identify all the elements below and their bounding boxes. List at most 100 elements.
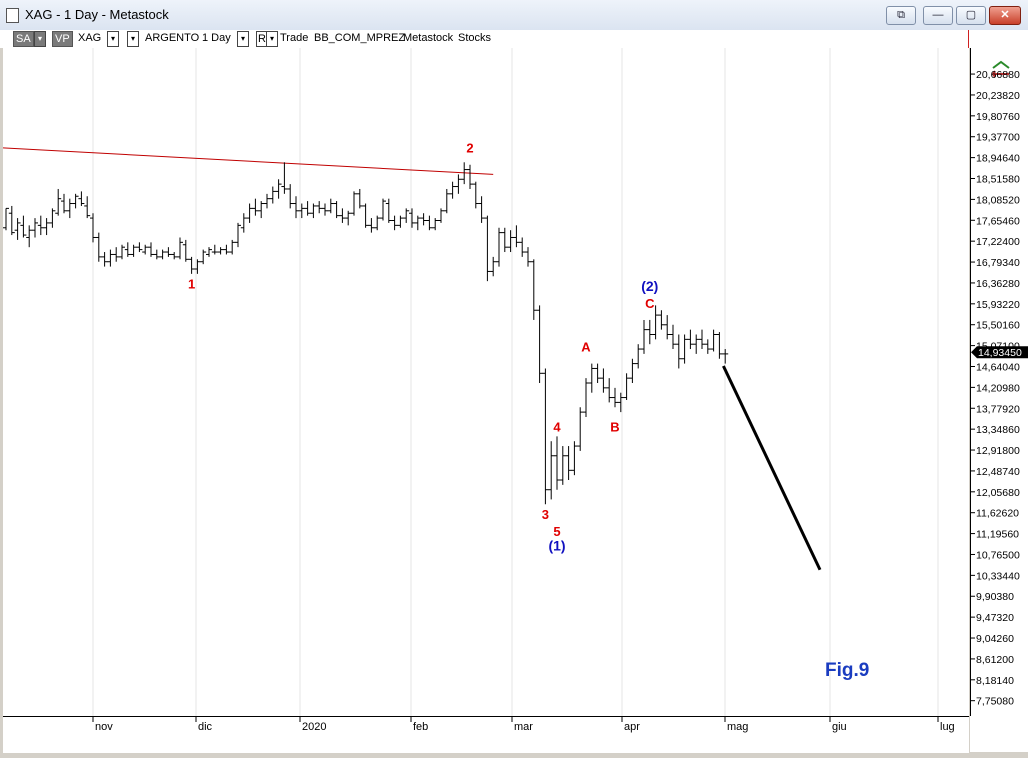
ohlc-bar [409,208,415,228]
ohlc-bar [693,334,700,354]
price-tick-label: 10,33440 [976,570,1020,582]
ohlc-bar [258,201,265,219]
time-tick-label: apr [624,721,640,733]
ohlc-bar [188,256,195,274]
sa-dropdown-icon[interactable]: ▾ [34,31,46,47]
ohlc-bar [397,215,404,228]
ohlc-bar [432,218,439,231]
instrument-name: ARGENTO [145,32,200,44]
time-axis[interactable]: nov dic 2020 feb mar apr mag giu lug [3,716,969,753]
ohlc-bar [629,358,636,383]
price-tick-label: 18,94640 [976,153,1020,165]
ohlc-bar [704,339,711,354]
price-tick-label: 20,66880 [976,69,1020,81]
price-tick-label: 8,61200 [976,654,1014,666]
ohlc-bar [211,244,218,255]
minimize-button[interactable]: — [923,6,953,25]
ohlc-bar [507,230,514,253]
ohlc-bar [229,239,236,255]
ohlc-bar [345,210,352,226]
ohlc-bar [130,244,137,257]
ohlc-bar [641,319,647,354]
wave-label: B [610,420,619,435]
ohlc-bar [101,252,108,267]
ohlc-bar [687,329,694,350]
ohlc-bar [264,193,270,209]
ohlc-bar [490,256,497,277]
wave-label: C [645,296,655,311]
ohlc-bar [240,213,247,233]
wave-label: A [581,339,591,354]
ohlc-bar [577,407,584,451]
ohlc-bar [3,207,9,231]
price-tick-label: 14,20980 [976,382,1020,394]
price-tick-label: 17,65460 [976,215,1020,227]
price-tick-label: 9,04260 [976,633,1014,645]
wave-label: 2 [466,141,473,156]
ohlc-bar [565,446,572,481]
price-tick-label: 8,18140 [976,675,1014,687]
ohlc-bar [385,198,392,223]
ohlc-bar [159,249,166,260]
ohlc-bar [548,441,555,500]
ohlc-bar [501,227,508,253]
projection-line [722,365,822,571]
source-label: Metastock [403,32,454,44]
ohlc-bar [269,186,276,204]
ohlc-bar [252,198,259,216]
sa-button[interactable]: SA [13,31,34,47]
price-tick-label: 13,34860 [976,424,1020,436]
vp-button[interactable]: VP [52,31,73,47]
ohlc-bar [20,215,27,238]
ohlc-bar [455,174,462,194]
wave-label: 4 [553,420,561,435]
period-dropdown-icon[interactable]: ▾ [237,31,249,47]
layout-label: BB_COM_MPREZ [314,32,406,44]
ohlc-bar [333,201,340,219]
ohlc-bar [304,201,311,216]
time-tick-label: feb [413,721,428,733]
figure-label: Fig.9 [825,660,869,681]
name-dropdown-icon[interactable]: ▾ [127,31,139,47]
r-dropdown-icon[interactable]: ▾ [266,31,278,47]
price-tick-label: 19,37700 [976,132,1020,144]
ohlc-bar [519,237,526,257]
ohlc-bar [525,247,531,267]
ohlc-bar [327,198,334,214]
ohlc-bar [8,205,15,236]
ohlc-bar [136,242,143,253]
document-icon [6,8,19,23]
ohlc-bar [438,208,444,223]
time-tick-label: mar [514,721,533,733]
close-button[interactable]: ✕ [989,6,1021,25]
maximize-button[interactable]: ▢ [956,6,986,25]
restore-layout-button[interactable]: ⧉ [886,6,916,25]
ohlc-bar [646,319,653,345]
ohlc-bar [588,363,595,393]
ohlc-bar [699,329,705,350]
price-axis-svg: 20,66880 20,23820 19,80760 19,37700 18,94640… [971,60,1028,708]
type-label: Stocks [458,32,492,44]
ohlc-bar [235,222,241,248]
price-tick-label: 12,05680 [976,487,1020,499]
ohlc-bar [583,378,589,417]
price-chart[interactable]: 1 2 3 4 5 (1) A B C (2) Fig.9 [0,48,969,716]
ohlc-bar [362,203,369,228]
ohlc-bar [594,363,601,383]
ohlc-bar [322,203,328,216]
ohlc-bar [119,244,125,260]
ohlc-bar [113,247,120,262]
ohlc-bar [472,181,479,209]
price-tick-label: 11,62620 [976,508,1019,520]
ohlc-bar [617,392,624,413]
wave-label: 1 [188,276,195,291]
ohlc-bar [484,215,491,282]
ohlc-bar [414,215,421,231]
ohlc-bar [559,446,566,485]
current-price-label: 14,93450 [978,347,1022,359]
trade-label[interactable]: Trade [280,31,308,45]
ohlc-bar [95,232,102,262]
price-axis[interactable]: 20,66880 20,23820 19,80760 19,37700 18,94640… [970,48,1028,716]
symbol-label: XAG [78,32,102,44]
symbol-dropdown-icon[interactable]: ▾ [107,31,119,47]
